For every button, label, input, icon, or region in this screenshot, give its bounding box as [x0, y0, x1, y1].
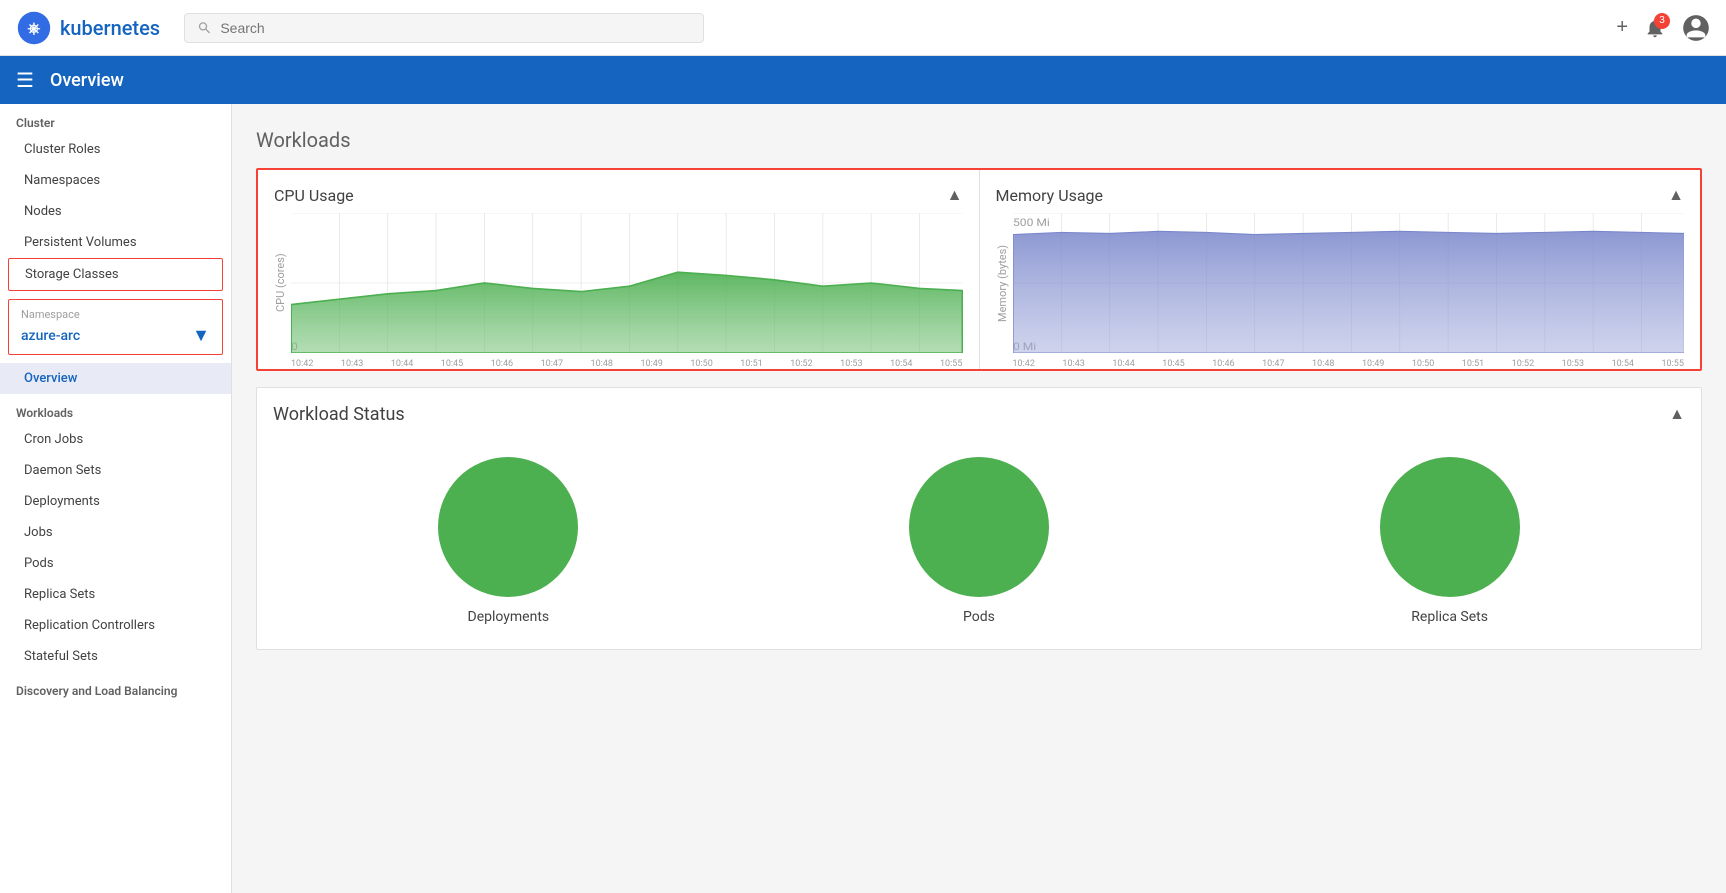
cpu-chart-container: CPU Usage ▲ CPU (cores)	[258, 170, 980, 369]
topbar: ⎈ kubernetes + 3	[0, 0, 1726, 56]
ws-label-replica-sets: Replica Sets	[1411, 609, 1488, 625]
sidebar-item-storage-classes[interactable]: Storage Classes	[8, 258, 223, 291]
logo-text: kubernetes	[60, 16, 160, 40]
namespace-value: azure-arc	[21, 328, 80, 344]
memory-chart-inner: 500 Mi 0 Mi 10	[1013, 213, 1685, 353]
workload-status-title: Workload Status	[273, 404, 405, 425]
chevron-down-icon: ▼	[192, 325, 210, 346]
cpu-chart-area: CPU (cores)	[274, 213, 963, 353]
workload-status-collapse-button[interactable]: ▲	[1669, 406, 1685, 424]
hamburger-button[interactable]: ☰	[16, 68, 34, 93]
sidebar-item-cluster-roles[interactable]: Cluster Roles	[0, 134, 231, 165]
cpu-y-axis-label: CPU (cores)	[274, 213, 287, 353]
sidebar-item-nodes[interactable]: Nodes	[0, 196, 231, 227]
workload-status-circles: Deployments Pods Replica Sets	[273, 441, 1685, 633]
workload-status-panel: Workload Status ▲ Deployments Pods Repli…	[256, 387, 1702, 650]
user-icon	[1682, 14, 1710, 42]
cpu-chart-svg: 0	[291, 213, 963, 353]
sidebar-item-deployments[interactable]: Deployments	[0, 486, 231, 517]
memory-y-axis-label: Memory (bytes)	[996, 213, 1009, 353]
topbar-actions: + 3	[1616, 14, 1710, 42]
ws-label-pods: Pods	[963, 609, 995, 625]
cpu-chart-title: CPU Usage	[274, 186, 354, 205]
sidebar-item-daemon-sets[interactable]: Daemon Sets	[0, 455, 231, 486]
cpu-chart-header: CPU Usage ▲	[274, 186, 963, 205]
search-bar[interactable]	[184, 13, 704, 43]
sidebar-item-replica-sets[interactable]: Replica Sets	[0, 579, 231, 610]
workloads-section-label: Workloads	[0, 394, 231, 424]
sidebar: Cluster Cluster Roles Namespaces Nodes P…	[0, 104, 232, 893]
sidebar-item-namespaces[interactable]: Namespaces	[0, 165, 231, 196]
memory-chart-header: Memory Usage ▲	[996, 186, 1685, 205]
sidebar-item-persistent-volumes[interactable]: Persistent Volumes	[0, 227, 231, 258]
memory-chart-svg: 500 Mi 0 Mi	[1013, 213, 1685, 353]
sidebar-item-cron-jobs[interactable]: Cron Jobs	[0, 424, 231, 455]
main-content: Workloads CPU Usage ▲ CPU (cores)	[232, 104, 1726, 893]
layout: Cluster Cluster Roles Namespaces Nodes P…	[0, 104, 1726, 893]
ws-item-deployments: Deployments	[438, 457, 578, 625]
logo: ⎈ kubernetes	[16, 10, 160, 46]
charts-panel: CPU Usage ▲ CPU (cores)	[256, 168, 1702, 371]
namespace-select[interactable]: azure-arc ▼	[21, 325, 210, 346]
notification-badge: 3	[1654, 13, 1670, 29]
toolbar: ☰ Overview	[0, 56, 1726, 104]
ws-item-pods: Pods	[909, 457, 1049, 625]
cluster-section-label: Cluster	[0, 104, 231, 134]
cpu-collapse-button[interactable]: ▲	[947, 187, 963, 205]
search-input[interactable]	[220, 20, 691, 36]
svg-text:500 Mi: 500 Mi	[1013, 217, 1050, 229]
user-button[interactable]	[1682, 14, 1710, 42]
workloads-title: Workloads	[256, 128, 1702, 152]
sidebar-item-jobs[interactable]: Jobs	[0, 517, 231, 548]
memory-chart-title: Memory Usage	[996, 186, 1104, 205]
ws-item-replica-sets: Replica Sets	[1380, 457, 1520, 625]
ws-circle-pods	[909, 457, 1049, 597]
cpu-x-axis: 10:42 10:43 10:44 10:45 10:46 10:47 10:4…	[291, 357, 963, 369]
namespace-section: Namespace azure-arc ▼	[8, 299, 223, 355]
ws-circle-replica-sets	[1380, 457, 1520, 597]
search-icon	[197, 20, 212, 36]
sidebar-item-stateful-sets[interactable]: Stateful Sets	[0, 641, 231, 672]
ws-label-deployments: Deployments	[468, 609, 550, 625]
toolbar-title: Overview	[50, 70, 124, 91]
workload-status-header: Workload Status ▲	[273, 404, 1685, 425]
namespace-label: Namespace	[21, 308, 210, 321]
memory-chart-area: Memory (bytes)	[996, 213, 1685, 353]
discovery-section-label: Discovery and Load Balancing	[0, 672, 231, 702]
sidebar-item-overview[interactable]: Overview	[0, 363, 231, 394]
svg-text:⎈: ⎈	[28, 18, 41, 37]
add-button[interactable]: +	[1616, 16, 1628, 39]
ws-circle-deployments	[438, 457, 578, 597]
notification-button[interactable]: 3	[1644, 17, 1666, 39]
memory-collapse-button[interactable]: ▲	[1668, 187, 1684, 205]
sidebar-item-replication-controllers[interactable]: Replication Controllers	[0, 610, 231, 641]
kubernetes-icon: ⎈	[16, 10, 52, 46]
memory-x-axis: 10:42 10:43 10:44 10:45 10:46 10:47 10:4…	[1013, 357, 1685, 369]
sidebar-item-pods[interactable]: Pods	[0, 548, 231, 579]
memory-chart-container: Memory Usage ▲ Memory (bytes)	[980, 170, 1701, 369]
cpu-chart-inner: 0 10:42 10:43	[291, 213, 963, 353]
